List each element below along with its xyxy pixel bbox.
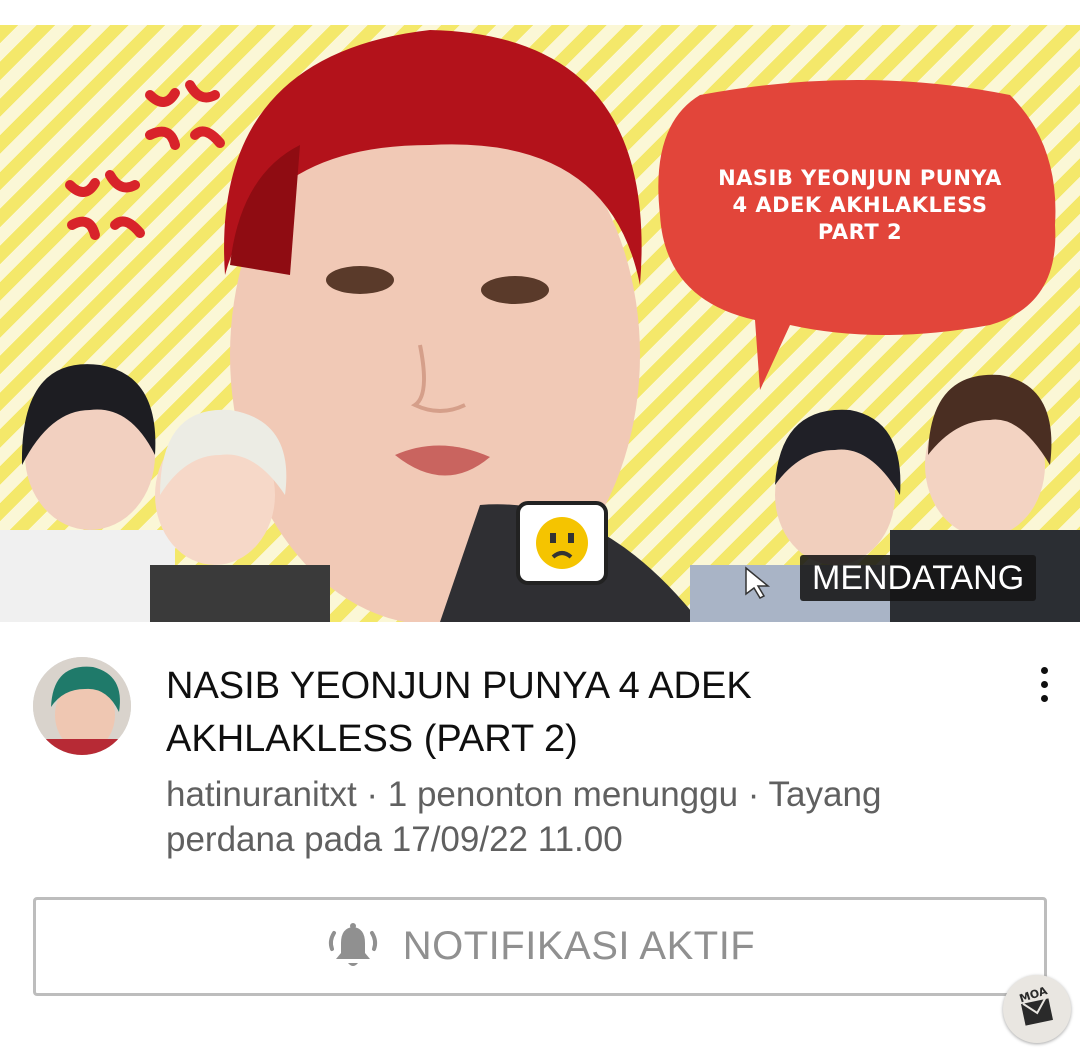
overlay-line: PART 2 (817, 220, 903, 244)
video-thumbnail[interactable]: NASIB YEONJUN PUNYA 4 ADEK AKHLAKLESS PA… (0, 25, 1080, 622)
moa-logo-icon: MOA (1018, 984, 1053, 1026)
video-title[interactable]: NASIB YEONJUN PUNYA 4 ADEK AKHLAKLESS (P… (166, 660, 986, 766)
anger-mark-icon (65, 80, 225, 240)
overlay-line: NASIB YEONJUN PUNYA (718, 166, 1002, 190)
main-portrait (224, 30, 700, 622)
more-vertical-icon (1040, 680, 1048, 688)
avatar-image (33, 657, 131, 755)
notification-button[interactable]: NOTIFIKASI AKTIF (33, 897, 1047, 996)
thumbnail-artwork (0, 30, 1080, 622)
more-vertical-icon (1040, 666, 1048, 674)
cast-icon[interactable] (738, 560, 778, 600)
upcoming-badge: MENDATANG (800, 555, 1037, 601)
moa-watermark: MOA (1003, 975, 1071, 1043)
crying-emoji-icon (516, 501, 608, 585)
more-options-button[interactable] (1020, 660, 1068, 708)
thumbnail-overlay-text: NASIB YEONJUN PUNYA 4 ADEK AKHLAKLESS PA… (680, 165, 1040, 246)
channel-avatar[interactable] (33, 657, 131, 755)
bell-ringing-icon (328, 922, 377, 966)
video-metadata: hatinuranitxt · 1 penonton menunggu · Ta… (166, 775, 882, 859)
notification-label: NOTIFIKASI AKTIF (402, 924, 756, 968)
overlay-line: 4 ADEK AKHLAKLESS (732, 193, 988, 217)
more-vertical-icon (1040, 694, 1048, 702)
